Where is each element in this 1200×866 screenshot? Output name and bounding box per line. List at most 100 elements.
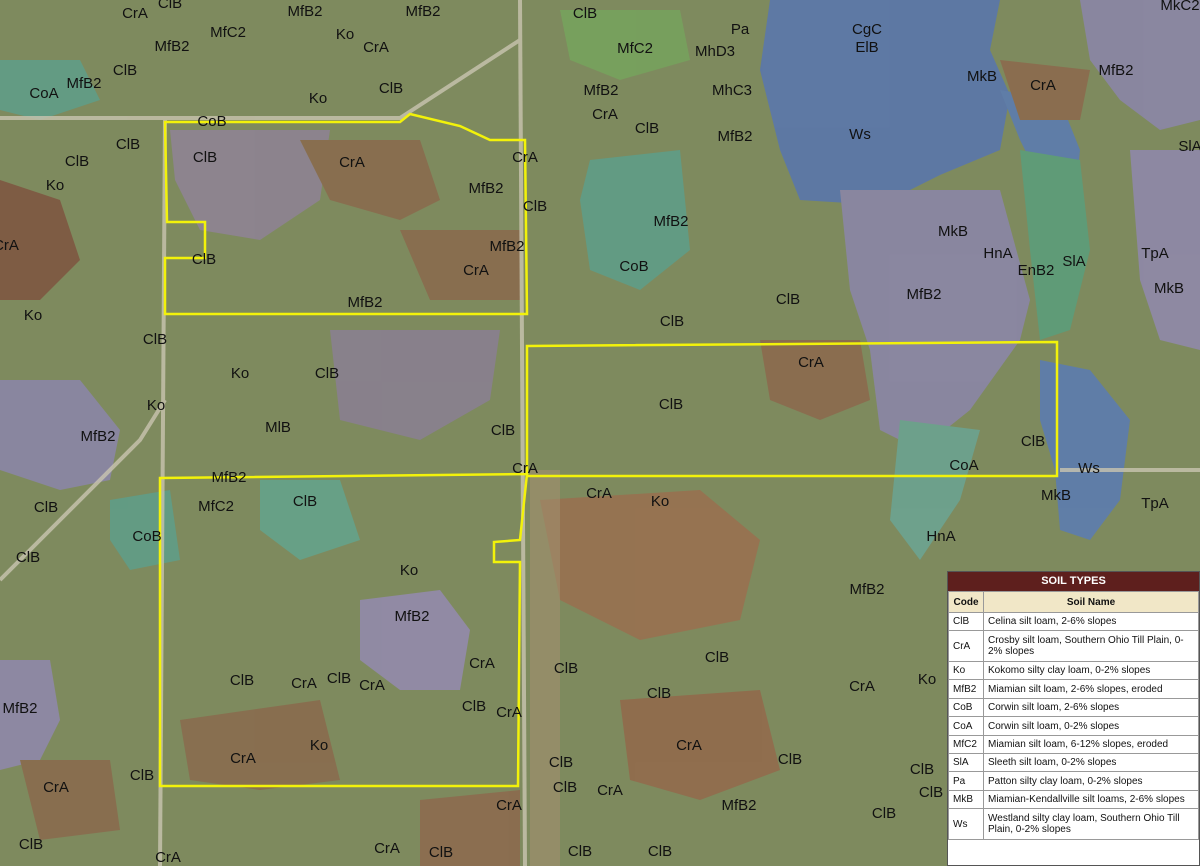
legend-soil-name: Miamian-Kendallville silt loams, 2-6% sl…: [983, 790, 1199, 809]
legend-soil-name: Patton silty clay loam, 0-2% slopes: [983, 771, 1199, 791]
soil-label: CrA: [512, 149, 538, 166]
soil-label: ClB: [462, 698, 486, 715]
legend-row: CoA Corwin silt loam, 0-2% slopes: [948, 716, 1199, 736]
soil-label: ClB: [293, 493, 317, 510]
soil-label: CrA: [496, 704, 522, 721]
soil-label: MkC2: [1160, 0, 1199, 14]
soil-label: MfB2: [66, 75, 101, 92]
soil-label: CrA: [155, 849, 181, 866]
soil-label: CrA: [363, 39, 389, 56]
soil-label: ClB: [230, 672, 254, 689]
soil-label: Ko: [147, 397, 165, 414]
soil-label: ClB: [778, 751, 802, 768]
soil-label: CoB: [132, 528, 161, 545]
soil-label: CrA: [496, 797, 522, 814]
soil-label: CrA: [0, 237, 19, 254]
soil-label: MlB: [265, 419, 291, 436]
soil-label: Ws: [1078, 460, 1100, 477]
soil-label: MfB2: [653, 213, 688, 230]
soil-label: MfB2: [211, 469, 246, 486]
soil-label: ClB: [1021, 433, 1045, 450]
soil-label: ClB: [568, 843, 592, 860]
legend-code: MkB: [948, 790, 984, 809]
soil-label: MfB2: [80, 428, 115, 445]
soil-label: MfB2: [468, 180, 503, 197]
soil-label: EnB2: [1018, 262, 1055, 279]
soil-label: ClB: [379, 80, 403, 97]
legend-row: CrA Crosby silt loam, Southern Ohio Till …: [948, 630, 1199, 662]
soil-label: MhD3: [695, 43, 735, 60]
soil-label: CrA: [597, 782, 623, 799]
soil-label: MkB: [938, 223, 968, 240]
legend-code: SlA: [948, 753, 984, 772]
legend-soil-name: Celina silt loam, 2-6% slopes: [983, 612, 1199, 631]
legend-soil-name: Miamian silt loam, 6-12% slopes, eroded: [983, 735, 1199, 754]
soil-label: MkB: [1154, 280, 1184, 297]
legend-title: SOIL TYPES: [948, 572, 1199, 591]
legend-row: MkB Miamian-Kendallville silt loams, 2-6%…: [948, 790, 1199, 809]
soil-label: CoB: [197, 113, 226, 130]
legend-row: ClB Celina silt loam, 2-6% slopes: [948, 612, 1199, 631]
soil-label: MfC2: [210, 24, 246, 41]
soil-label: Ko: [24, 307, 42, 324]
soil-label: CrA: [291, 675, 317, 692]
legend-code: Pa: [948, 771, 984, 791]
legend-row: Ws Westland silty clay loam, Southern Ohi…: [948, 808, 1199, 840]
soil-label: ClB: [143, 331, 167, 348]
soil-label: CoA: [29, 85, 58, 102]
soil-label: MfB2: [721, 797, 756, 814]
soil-label: MkB: [1041, 487, 1071, 504]
soil-label: TpA: [1141, 245, 1169, 262]
legend-row: MfB2 Miamian silt loam, 2-6% slopes, erod…: [948, 679, 1199, 699]
soil-label: ClB: [491, 422, 515, 439]
soil-label: ClB: [635, 120, 659, 137]
soil-label: HnA: [983, 245, 1012, 262]
soil-label: ClB: [659, 396, 683, 413]
soil-label: MfB2: [2, 700, 37, 717]
soil-label: MfB2: [347, 294, 382, 311]
legend-code: CoA: [948, 716, 984, 736]
soil-label: CrA: [586, 485, 612, 502]
soil-label: CrA: [676, 737, 702, 754]
soil-label: ClB: [523, 198, 547, 215]
soil-label: Ko: [309, 90, 327, 107]
soil-label: MfB2: [583, 82, 618, 99]
soil-label: Ko: [336, 26, 354, 43]
soil-label: ElB: [855, 39, 878, 56]
soil-label: CrA: [374, 840, 400, 857]
soil-types-legend: SOIL TYPES Code Soil Name ClB Celina silt…: [947, 571, 1200, 866]
soil-label: CrA: [122, 5, 148, 22]
soil-label: ClB: [910, 761, 934, 778]
legend-soil-name: Westland silty clay loam, Southern Ohio …: [983, 808, 1199, 840]
soil-label: ClB: [648, 843, 672, 860]
soil-label: ClB: [549, 754, 573, 771]
legend-soil-name: Miamian silt loam, 2-6% slopes, eroded: [983, 679, 1199, 699]
legend-name-header: Soil Name: [983, 591, 1199, 613]
soil-label: MfC2: [617, 40, 653, 57]
soil-label: MhC3: [712, 82, 752, 99]
soil-label: SlA: [1062, 253, 1085, 270]
soil-label: Ws: [849, 126, 871, 143]
legend-row: Ko Kokomo silty clay loam, 0-2% slopes: [948, 661, 1199, 680]
soil-label: Ko: [918, 671, 936, 688]
soil-label: MfC2: [198, 498, 234, 515]
soil-label: Ko: [651, 493, 669, 510]
soil-label: ClB: [919, 784, 943, 801]
soil-label: CrA: [230, 750, 256, 767]
soil-label: ClB: [429, 844, 453, 861]
soil-label: CrA: [592, 106, 618, 123]
soil-label: MfB2: [1098, 62, 1133, 79]
legend-code: Ws: [948, 808, 984, 840]
legend-soil-name: Corwin silt loam, 2-6% slopes: [983, 698, 1199, 717]
soil-label: ClB: [573, 5, 597, 22]
soil-label: MkB: [967, 68, 997, 85]
soil-label: CoB: [619, 258, 648, 275]
legend-soil-name: Kokomo silty clay loam, 0-2% slopes: [983, 661, 1199, 680]
soil-label: MfB2: [394, 608, 429, 625]
legend-soil-name: Corwin silt loam, 0-2% slopes: [983, 716, 1199, 736]
soil-label: Ko: [400, 562, 418, 579]
legend-body: ClB Celina silt loam, 2-6% slopes CrA Crosb…: [948, 612, 1199, 840]
soil-label: ClB: [660, 313, 684, 330]
soil-label: CrA: [339, 154, 365, 171]
soil-label: HnA: [926, 528, 955, 545]
